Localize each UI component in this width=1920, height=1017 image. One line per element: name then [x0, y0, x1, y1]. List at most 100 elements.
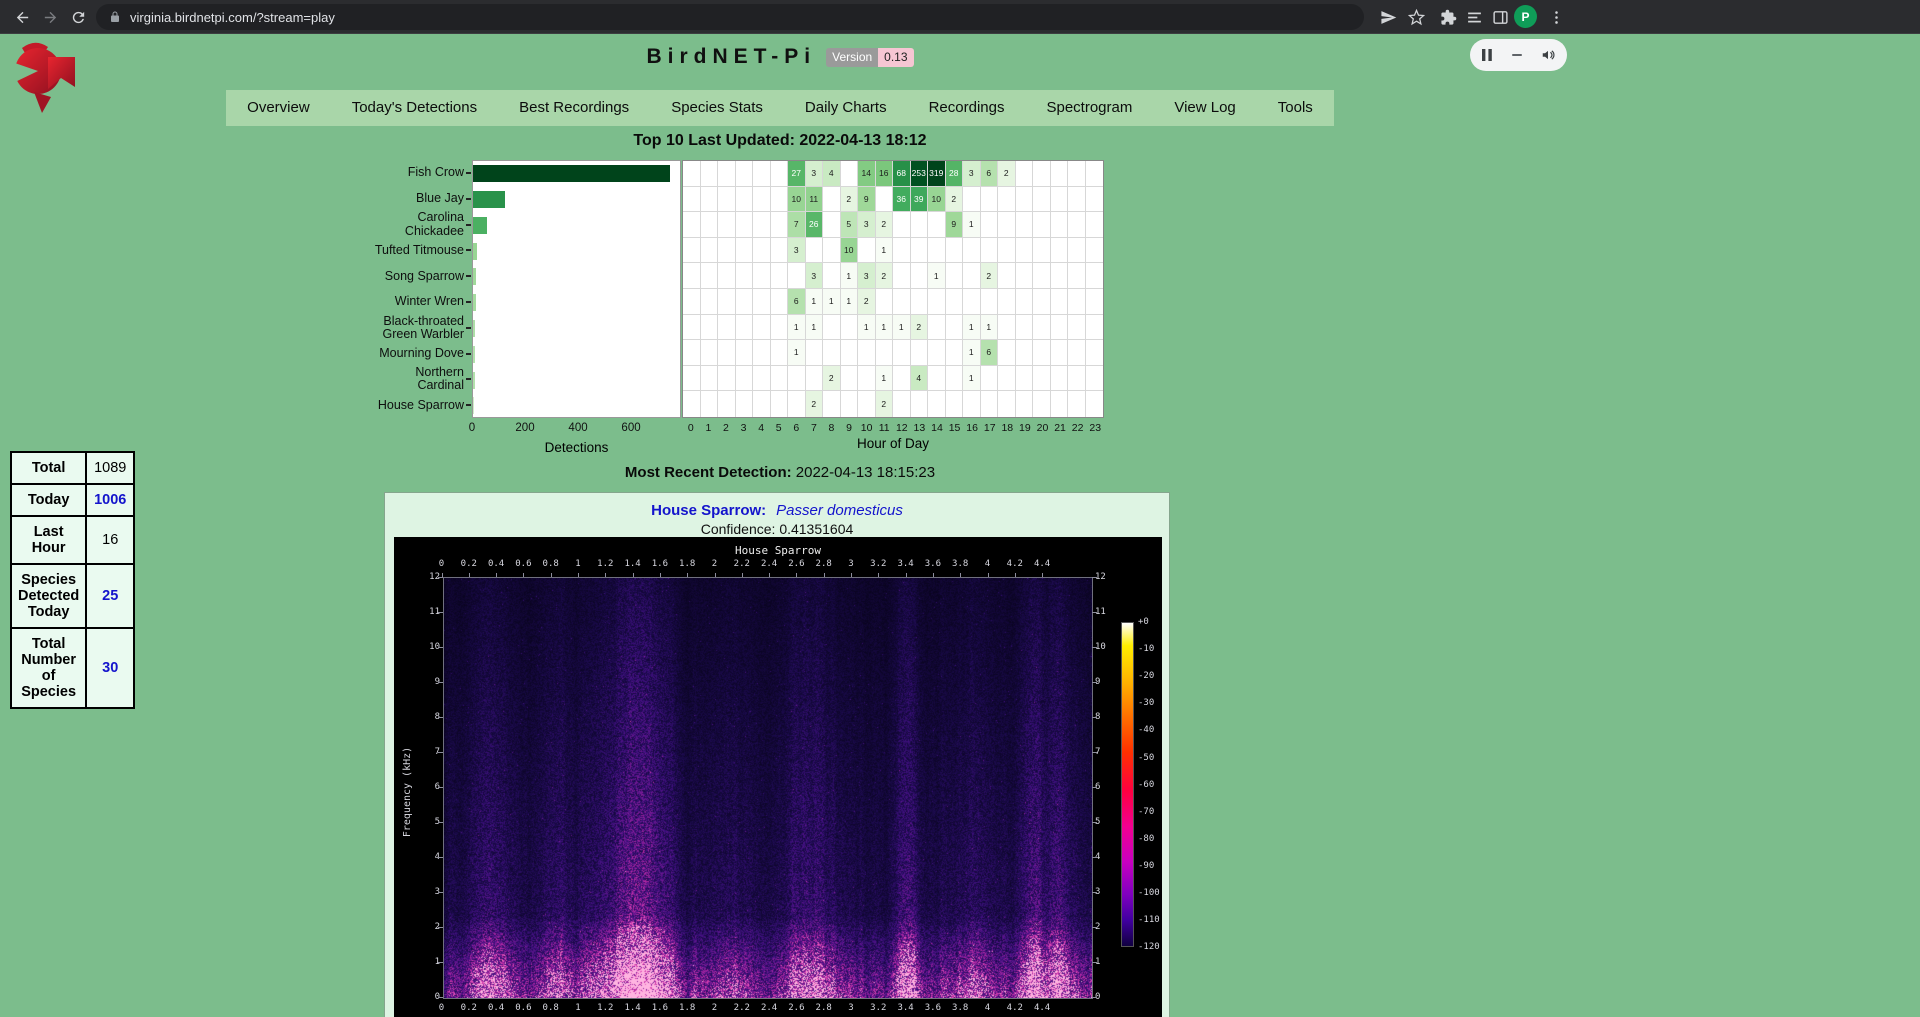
- detection-scientific-name[interactable]: Passer domesticus: [776, 502, 903, 519]
- heat-cell: [736, 289, 754, 315]
- heat-cell: 319: [928, 161, 946, 187]
- nav-item-tools[interactable]: Tools: [1257, 90, 1334, 126]
- heat-cell: 1: [963, 366, 981, 392]
- heat-cell: 2: [841, 187, 859, 213]
- stats-value-today[interactable]: 1006: [86, 484, 134, 516]
- heat-cell: [1016, 289, 1034, 315]
- heat-cell: [736, 263, 754, 289]
- heat-cell: [963, 238, 981, 264]
- nav-menu: OverviewToday's DetectionsBest Recording…: [226, 90, 1334, 126]
- heat-cell: [683, 212, 701, 238]
- time-tick-label: 3.4: [897, 1003, 913, 1013]
- hour-tick-label: 0: [688, 422, 694, 434]
- heat-cell: [998, 263, 1016, 289]
- heat-cell: [683, 238, 701, 264]
- extensions-icon[interactable]: [1434, 3, 1462, 31]
- heat-cell: [1016, 187, 1034, 213]
- nav-item-overview[interactable]: Overview: [226, 90, 331, 126]
- freq-tick-label: 7: [1095, 747, 1100, 757]
- detection-common-name[interactable]: House Sparrow:: [651, 502, 766, 519]
- heat-cell: 36: [893, 187, 911, 213]
- chart-title: Top 10 Last Updated: 2022-04-13 18:12: [0, 132, 1560, 150]
- heat-cell: 1: [876, 238, 894, 264]
- pause-button[interactable]: [1481, 48, 1493, 62]
- species-label-mourning-dove: Mourning Dove: [286, 341, 464, 367]
- volume-button[interactable]: [1540, 48, 1556, 62]
- version-badge-value: 0.13: [878, 48, 913, 67]
- heat-cell: [683, 315, 701, 341]
- nav-item-best-recordings[interactable]: Best Recordings: [498, 90, 650, 126]
- detections-bar-northern-cardinal: [473, 372, 475, 389]
- heat-cell: [841, 315, 859, 341]
- nav-item-today-s-detections[interactable]: Today's Detections: [331, 90, 498, 126]
- time-tick-label: 1.6: [652, 559, 668, 569]
- detections-bar-house-sparrow: [473, 397, 474, 414]
- freq-tick-label: 12: [1095, 572, 1106, 582]
- heat-cell: [911, 391, 929, 417]
- nav-item-daily-charts[interactable]: Daily Charts: [784, 90, 908, 126]
- heat-cell: [736, 238, 754, 264]
- freq-tick-label: 10: [414, 642, 440, 652]
- heat-cell: [753, 391, 771, 417]
- page-title: BirdNET-Pi: [646, 45, 816, 69]
- heat-cell: [1016, 238, 1034, 264]
- time-tick-label: 0.8: [543, 559, 559, 569]
- address-bar[interactable]: virginia.birdnetpi.com/?stream=play: [96, 4, 1364, 30]
- heat-cell: [1068, 289, 1086, 315]
- menu-dots-icon[interactable]: [1542, 3, 1570, 31]
- nav-item-spectrogram[interactable]: Spectrogram: [1025, 90, 1153, 126]
- spectrogram-title: House Sparrow: [394, 544, 1162, 557]
- heat-cell: [928, 366, 946, 392]
- hour-tick-label: 12: [896, 422, 908, 434]
- heat-cell: [911, 263, 929, 289]
- nav-item-species-stats[interactable]: Species Stats: [650, 90, 784, 126]
- bookmark-star-icon[interactable]: [1402, 3, 1430, 31]
- heat-cell: [771, 212, 789, 238]
- heat-cell: [823, 238, 841, 264]
- share-icon[interactable]: [1374, 3, 1402, 31]
- heat-cell: [718, 315, 736, 341]
- stats-value-species-detected-today[interactable]: 25: [86, 564, 134, 628]
- heat-cell: [1086, 366, 1104, 392]
- side-panel-icon[interactable]: [1486, 3, 1514, 31]
- freq-tick-label: 0: [414, 992, 440, 1002]
- reading-list-icon[interactable]: [1460, 3, 1488, 31]
- reload-button[interactable]: [64, 3, 92, 31]
- freq-tick-label: 11: [414, 607, 440, 617]
- heat-cell: 2: [998, 161, 1016, 187]
- hour-tick-label: 22: [1072, 422, 1084, 434]
- species-label-house-sparrow: House Sparrow: [286, 392, 464, 418]
- forward-button[interactable]: [36, 3, 64, 31]
- time-tick-label: 0: [439, 559, 444, 569]
- nav-item-view-log[interactable]: View Log: [1153, 90, 1256, 126]
- heat-cell: [981, 187, 999, 213]
- stats-row: Total Number of Species30: [11, 628, 134, 708]
- profile-avatar[interactable]: P: [1514, 5, 1537, 28]
- heat-cell: [736, 161, 754, 187]
- heat-cell: 1: [876, 315, 894, 341]
- freq-tick-label: 5: [414, 817, 440, 827]
- heat-cell: [823, 187, 841, 213]
- time-tick-label: 2.4: [761, 559, 777, 569]
- heat-cell: [1051, 315, 1069, 341]
- heat-cell: [1016, 263, 1034, 289]
- heat-cell: [788, 391, 806, 417]
- stats-value-total-number-of-species[interactable]: 30: [86, 628, 134, 708]
- confidence-label: Confidence:: [701, 521, 776, 537]
- heat-cell: [1016, 366, 1034, 392]
- nav-item-recordings[interactable]: Recordings: [908, 90, 1026, 126]
- heat-cell: [736, 391, 754, 417]
- species-label-song-sparrow: Song Sparrow: [286, 263, 464, 289]
- heat-cell: [998, 366, 1016, 392]
- back-button[interactable]: [8, 3, 36, 31]
- freq-tick-label: 5: [1095, 817, 1100, 827]
- freq-tick-label: 2: [414, 922, 440, 932]
- hour-tick-label: 10: [861, 422, 873, 434]
- heat-cell: [998, 391, 1016, 417]
- heat-cell: 28: [946, 161, 964, 187]
- heat-cell: [1033, 366, 1051, 392]
- freq-tick-label: 10: [1095, 642, 1106, 652]
- heat-cell: [701, 289, 719, 315]
- heat-cell: [928, 340, 946, 366]
- audio-time-dash: [1512, 54, 1522, 56]
